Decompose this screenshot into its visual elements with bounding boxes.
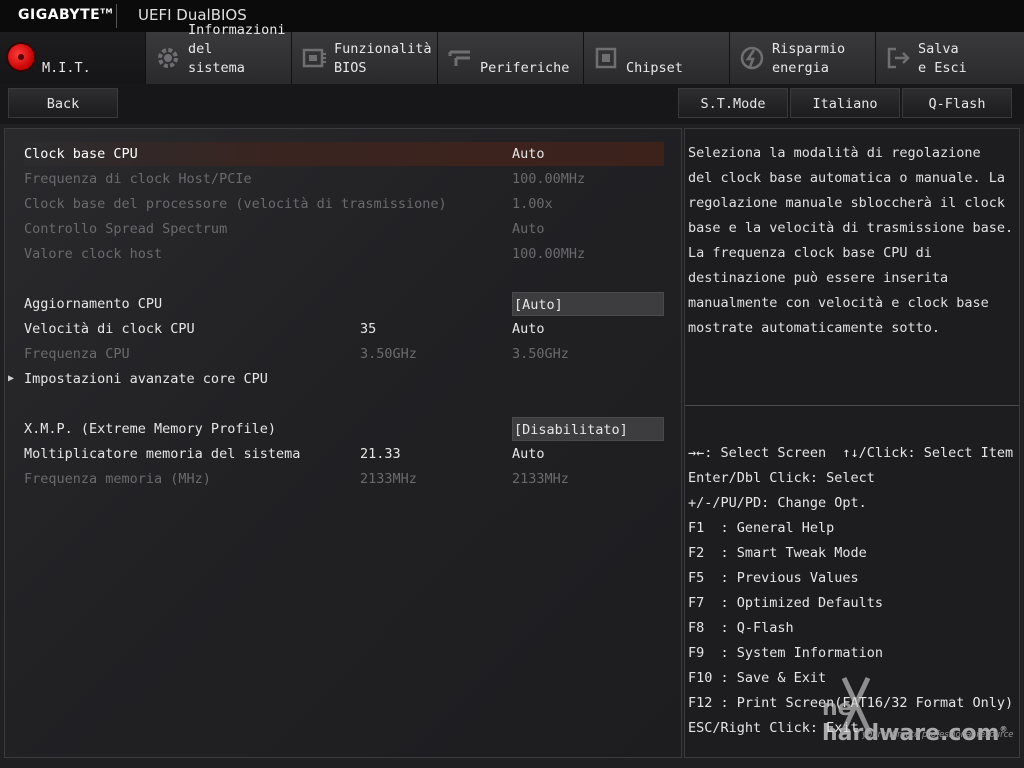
help-line: del clock base automatica o manuale. La [688, 170, 1005, 186]
setting-host-pcie-freq: Frequenza di clock Host/PCIe 100.00MHz [24, 167, 664, 191]
setting-label: X.M.P. (Extreme Memory Profile) [24, 421, 276, 437]
tab-label: Chipset [626, 60, 683, 76]
help-line: destinazione può essere inserita [688, 270, 949, 286]
setting-spread-spectrum: Controllo Spread Spectrum Auto [24, 217, 664, 241]
submenu-advanced-cpu-core[interactable]: ▶ Impostazioni avanzate core CPU [8, 367, 664, 391]
setting-current-value: 2133MHz [360, 471, 417, 487]
chipset-icon [592, 44, 620, 72]
setting-value-select[interactable]: [Disabilitato] [512, 417, 664, 441]
setting-value: Auto [512, 221, 545, 237]
tab-save-exit[interactable]: Salva e Esci [876, 32, 1024, 84]
help-line: regolazione manuale sbloccherà il clock [688, 195, 1005, 211]
title-bar: GIGABYTETM UEFI DualBIOS [0, 0, 1024, 32]
back-button[interactable]: Back [8, 88, 118, 118]
tab-label: Periferiche [480, 60, 570, 76]
setting-label: Frequenza memoria (MHz) [24, 471, 211, 487]
submenu-arrow-icon: ▶ [8, 373, 15, 384]
setting-value-select[interactable]: [Auto] [512, 292, 664, 316]
tab-system-info[interactable]: Informazioni del sistema [146, 22, 292, 84]
setting-label: Controllo Spread Spectrum [24, 221, 228, 237]
setting-processor-base-clock: Clock base del processore (velocità di t… [24, 192, 664, 216]
setting-cpu-frequency: Frequenza CPU 3.50GHz 3.50GHz [24, 342, 664, 366]
help-line: mostrate automaticamente sotto. [688, 320, 940, 336]
watermark-tagline: your ultimate professional resource [862, 730, 1014, 740]
setting-clock-base-cpu[interactable]: Clock base CPU Auto [24, 142, 664, 166]
setting-host-clock-value: Valore clock host 100.00MHz [24, 242, 664, 266]
tab-label: Risparmio energia [772, 41, 846, 76]
setting-label: Valore clock host [24, 246, 163, 262]
key-line: F2 : Smart Tweak Mode [688, 545, 867, 561]
setting-label: Impostazioni avanzate core CPU [24, 371, 268, 387]
key-line: F8 : Q-Flash [688, 620, 794, 636]
divider [685, 405, 1019, 406]
tab-label: Informazioni del sistema [188, 22, 286, 76]
key-line: F9 : System Information [688, 645, 884, 661]
help-text: Seleziona la modalità di regolazione del… [688, 141, 1016, 341]
setting-current-value: 3.50GHz [360, 346, 417, 362]
help-line: La frequenza clock base CPU di [688, 245, 932, 261]
setting-current-value: 21.33 [360, 446, 401, 462]
help-line: base e la velocità di trasmissione base. [688, 220, 1014, 236]
qflash-button[interactable]: Q-Flash [902, 88, 1012, 118]
key-line: Enter/Dbl Click: Select [688, 470, 875, 486]
setting-label: Velocità di clock CPU [24, 321, 195, 337]
gear-icon [154, 44, 182, 72]
tab-peripherals[interactable]: Periferiche [438, 32, 584, 84]
setting-value: 100.00MHz [512, 246, 586, 262]
peripherals-icon [446, 44, 474, 72]
tab-label: Salva e Esci [918, 41, 967, 76]
tab-power-saving[interactable]: Risparmio energia [730, 32, 876, 84]
setting-value[interactable]: Auto [512, 317, 664, 341]
tab-mit[interactable]: M.I.T. [0, 32, 146, 84]
setting-memory-frequency: Frequenza memoria (MHz) 2133MHz 2133MHz [24, 467, 664, 491]
key-line: F1 : General Help [688, 520, 835, 536]
setting-label: Moltiplicatore memoria del sistema [24, 446, 301, 462]
setting-cpu-clock-ratio[interactable]: Velocità di clock CPU 35 Auto [24, 317, 664, 341]
setting-label: Frequenza di clock Host/PCIe [24, 171, 252, 187]
setting-value[interactable]: Auto [512, 442, 664, 466]
tab-bios-features[interactable]: Funzionalità BIOS [292, 32, 438, 84]
help-line: manualmente con velocità e clock base [688, 295, 989, 311]
setting-cpu-upgrade[interactable]: Aggiornamento CPU [Auto] [24, 292, 664, 316]
nexthardware-watermark: nehardware.com® your ultimate profession… [796, 676, 1024, 756]
setting-memory-multiplier[interactable]: Moltiplicatore memoria del sistema 21.33… [24, 442, 664, 466]
setting-value: 2133MHz [512, 471, 569, 487]
setting-label: Frequenza CPU [24, 346, 130, 362]
setting-value[interactable]: Auto [512, 142, 664, 166]
setting-value: 1.00x [512, 196, 553, 212]
setting-label: Aggiornamento CPU [24, 296, 163, 312]
key-line: +/-/PU/PD: Change Opt. [688, 495, 867, 511]
nav-row: Back S.T.Mode Italiano Q-Flash [0, 84, 1024, 124]
main-tabs: M.I.T. Informazioni del sistema Funziona… [0, 22, 1024, 84]
setting-label: Clock base del processore (velocità di t… [24, 196, 447, 212]
tab-label: M.I.T. [42, 60, 91, 76]
power-saving-icon [738, 44, 766, 72]
mit-red-dot-icon [8, 44, 34, 70]
tab-label: Funzionalità BIOS [334, 41, 432, 76]
setting-label: Clock base CPU [24, 146, 138, 162]
key-line: F7 : Optimized Defaults [688, 595, 884, 611]
setting-current-value: 35 [360, 321, 377, 337]
st-mode-button[interactable]: S.T.Mode [678, 88, 788, 118]
setting-xmp[interactable]: X.M.P. (Extreme Memory Profile) [Disabil… [24, 417, 664, 441]
setting-value: 100.00MHz [512, 171, 586, 187]
setting-value: 3.50GHz [512, 346, 569, 362]
key-line: →←: Select Screen ↑↓/Click: Select Item [688, 445, 1014, 461]
bios-chip-icon [300, 44, 328, 72]
tab-chipset[interactable]: Chipset [584, 32, 730, 84]
exit-icon [884, 44, 912, 72]
gigabyte-logo: GIGABYTETM [18, 7, 113, 23]
language-button[interactable]: Italiano [790, 88, 900, 118]
help-line: Seleziona la modalità di regolazione [688, 145, 981, 161]
settings-panel: Clock base CPU Auto Frequenza di clock H… [4, 128, 682, 758]
key-line: F5 : Previous Values [688, 570, 859, 586]
help-panel: Seleziona la modalità di regolazione del… [684, 128, 1020, 758]
divider [116, 4, 117, 28]
